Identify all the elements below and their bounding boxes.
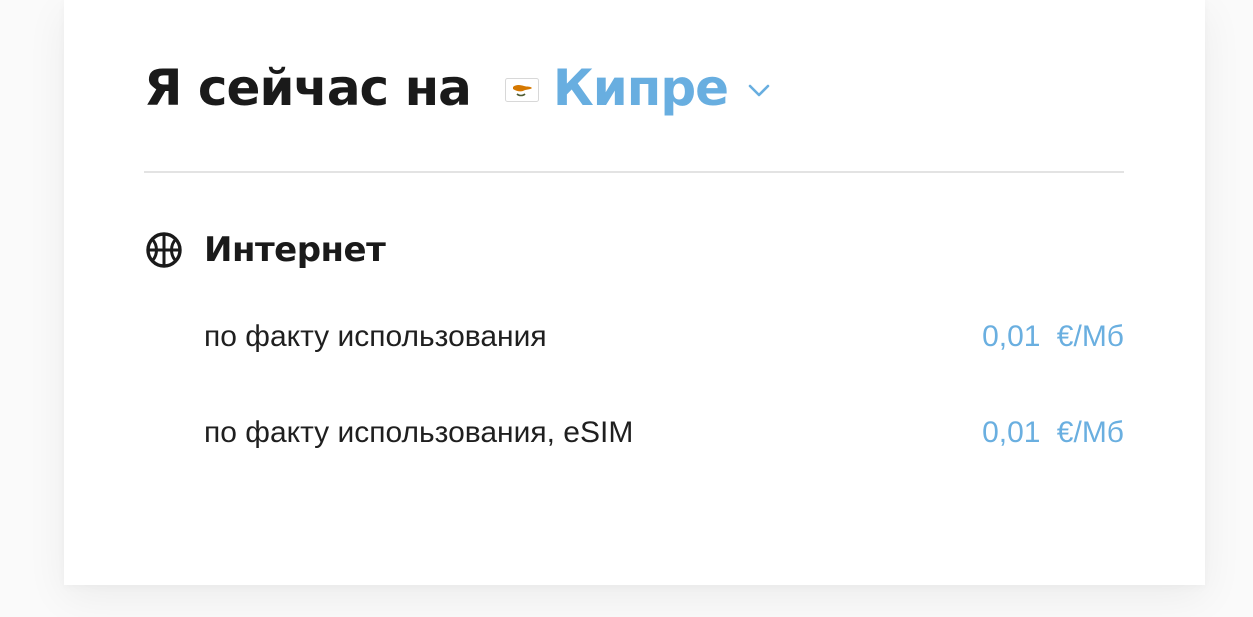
page-title: Я сейчас на	[144, 59, 472, 117]
divider	[144, 171, 1124, 173]
country-dropdown[interactable]: Кипре	[504, 56, 770, 120]
tariff-label: по факту использования	[204, 320, 547, 353]
chevron-down-icon	[748, 84, 770, 97]
cyprus-flag-icon	[504, 78, 539, 102]
roaming-card: Я сейчас на Кипре Интернет по факту испо…	[64, 0, 1205, 585]
tariff-label: по факту использования, eSIM	[204, 416, 634, 449]
location-header: Я сейчас на Кипре	[144, 56, 770, 120]
tariff-price: 0,01 €/Мб	[982, 416, 1124, 449]
tariff-price: 0,01 €/Мб	[982, 320, 1124, 353]
section-title: Интернет	[204, 230, 386, 270]
tariff-row: по факту использования, eSIM 0,01 €/Мб	[204, 413, 1124, 453]
country-name: Кипре	[552, 59, 729, 117]
tariff-row: по факту использования 0,01 €/Мб	[204, 317, 1124, 357]
page: Я сейчас на Кипре Интернет по факту испо…	[0, 0, 1253, 617]
globe-icon	[146, 232, 182, 268]
internet-section-header: Интернет	[144, 228, 386, 272]
